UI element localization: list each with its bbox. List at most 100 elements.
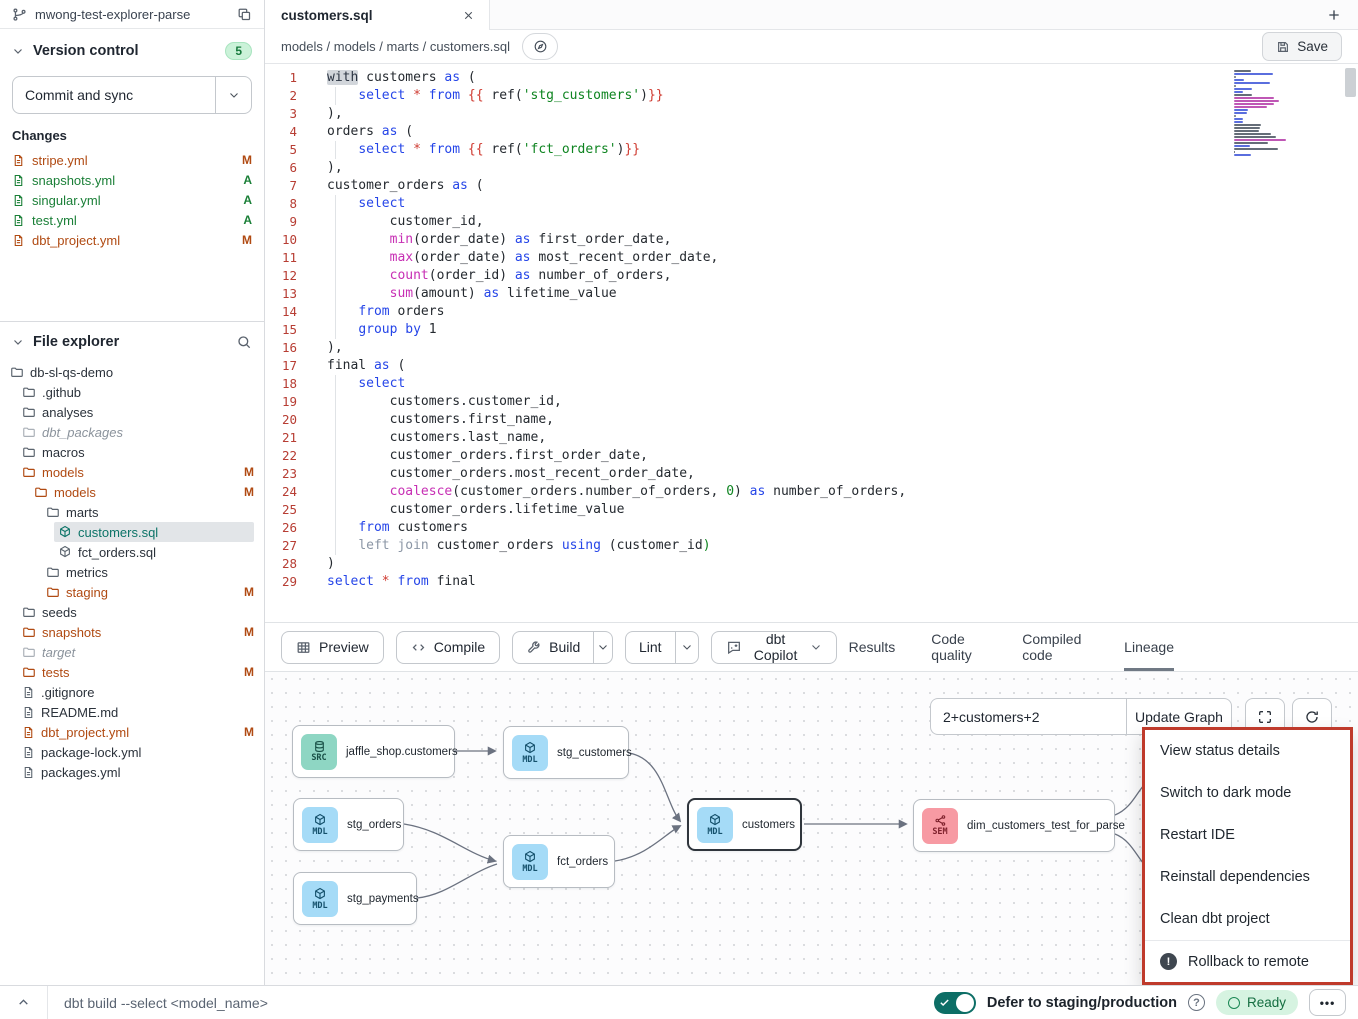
line-content: select xyxy=(327,195,405,213)
tree-item-content: models xyxy=(30,482,244,502)
build-button[interactable]: Build xyxy=(512,631,613,664)
tree-item-packages-yml[interactable]: packages.yml xyxy=(0,762,264,782)
change-row[interactable]: snapshots.ymlA xyxy=(12,170,252,190)
line-number: 24 xyxy=(265,483,303,501)
lineage-node-stg-customers[interactable]: MDLstg_customers xyxy=(503,726,629,779)
tree-item--gitignore[interactable]: .gitignore xyxy=(0,682,264,702)
tab-lineage[interactable]: Lineage xyxy=(1124,623,1174,671)
tree-item-customers-sql[interactable]: customers.sql xyxy=(0,522,264,542)
ide-options-menu: View status detailsSwitch to dark modeRe… xyxy=(1142,727,1353,985)
command-input[interactable]: dbt build --select <model_name> xyxy=(64,995,268,1011)
line-content: count(order_id) as number_of_orders, xyxy=(327,267,671,285)
tree-item-snapshots[interactable]: snapshotsM xyxy=(0,622,264,642)
dbt-copilot-button[interactable]: dbt Copilot xyxy=(711,631,837,664)
tree-item-fct-orders-sql[interactable]: fct_orders.sql xyxy=(0,542,264,562)
menu-item-switch-to-dark-mode[interactable]: Switch to dark mode xyxy=(1145,772,1350,814)
tree-item-models[interactable]: modelsM xyxy=(0,482,264,502)
file-icon xyxy=(12,154,25,167)
folder-icon xyxy=(22,445,36,459)
lineage-panel: SRCjaffle_shop.customers MDLstg_customers… xyxy=(265,672,1358,985)
menu-item-restart-ide[interactable]: Restart IDE xyxy=(1145,814,1350,856)
tab-compiled-code[interactable]: Compiled code xyxy=(1022,623,1088,671)
cube-icon xyxy=(708,813,722,827)
code-line: 12 count(order_id) as number_of_orders, xyxy=(265,267,1358,285)
tree-item-readme-md[interactable]: README.md xyxy=(0,702,264,722)
tab-code-quality[interactable]: Code quality xyxy=(931,623,986,671)
menu-item-view-status-details[interactable]: View status details xyxy=(1145,730,1350,772)
lineage-node-fct-orders[interactable]: MDLfct_orders xyxy=(503,835,615,888)
tree-item-seeds[interactable]: seeds xyxy=(0,602,264,622)
tab-results[interactable]: Results xyxy=(849,623,896,671)
tree-item-macros[interactable]: macros xyxy=(0,442,264,462)
search-icon[interactable] xyxy=(236,334,252,350)
lineage-node-dim-customers-test-for-parse[interactable]: SEMdim_customers_test_for_parse xyxy=(913,799,1115,852)
help-icon[interactable]: ? xyxy=(1188,994,1205,1011)
tree-item-dbt-project-yml[interactable]: dbt_project.ymlM xyxy=(0,722,264,742)
build-options-caret[interactable] xyxy=(593,632,612,663)
compass-icon[interactable] xyxy=(522,33,558,60)
fullscreen-icon xyxy=(1257,709,1273,725)
menu-item-reinstall-dependencies[interactable]: Reinstall dependencies xyxy=(1145,856,1350,898)
modified-badge: M xyxy=(244,665,254,679)
node-label: customers xyxy=(742,819,795,831)
file-icon xyxy=(12,194,25,207)
close-icon[interactable] xyxy=(462,9,475,22)
change-row[interactable]: singular.ymlA xyxy=(12,190,252,210)
save-button[interactable]: Save xyxy=(1262,32,1342,61)
scrollbar-thumb[interactable] xyxy=(1345,68,1356,97)
menu-item-rollback-to-remote[interactable]: !Rollback to remote xyxy=(1145,940,1350,982)
preview-button[interactable]: Preview xyxy=(281,631,384,664)
menu-item-label: Clean dbt project xyxy=(1160,911,1270,927)
tree-item-content: fct_orders.sql xyxy=(54,542,254,562)
tree-item-analyses[interactable]: analyses xyxy=(0,402,264,422)
version-control-header[interactable]: Version control 5 xyxy=(12,29,252,70)
lint-options-caret[interactable] xyxy=(675,632,698,663)
expand-command-bar-button[interactable] xyxy=(0,986,48,1019)
code-line: 8 select xyxy=(265,195,1358,213)
tree-item-db-sl-qs-demo[interactable]: db-sl-qs-demo xyxy=(0,362,264,382)
tree-item-content: packages.yml xyxy=(18,762,254,782)
lineage-filter-input[interactable] xyxy=(930,698,1126,735)
lint-button[interactable]: Lint xyxy=(625,631,699,664)
tree-item-label: staging xyxy=(66,585,108,600)
tree-item-target[interactable]: target xyxy=(0,642,264,662)
tree-item-dbt-packages[interactable]: dbt_packages xyxy=(0,422,264,442)
line-number: 21 xyxy=(265,429,303,447)
new-tab-button[interactable] xyxy=(1310,0,1358,29)
change-row[interactable]: dbt_project.ymlM xyxy=(12,230,252,250)
tree-item-package-lock-yml[interactable]: package-lock.yml xyxy=(0,742,264,762)
tree-item-metrics[interactable]: metrics xyxy=(0,562,264,582)
copy-icon[interactable] xyxy=(237,7,252,22)
file-explorer-header[interactable]: File explorer xyxy=(0,324,264,362)
action-toolbar: Preview Compile Build xyxy=(265,622,1358,672)
lineage-node-stg-orders[interactable]: MDLstg_orders xyxy=(293,798,404,851)
change-row[interactable]: stripe.ymlM xyxy=(12,150,252,170)
lineage-node-stg-payments[interactable]: MDLstg_payments xyxy=(293,872,417,925)
tree-item-tests[interactable]: testsM xyxy=(0,662,264,682)
tree-item--github[interactable]: .github xyxy=(0,382,264,402)
check-icon xyxy=(939,995,950,1013)
tab-customers-sql[interactable]: customers.sql xyxy=(265,0,490,30)
branch-selector[interactable]: mwong-test-explorer-parse xyxy=(0,0,264,29)
more-options-button[interactable]: ••• xyxy=(1309,989,1346,1016)
code-line: 9 customer_id, xyxy=(265,213,1358,231)
chevron-down-icon xyxy=(12,336,24,348)
line-content: customer_orders.most_recent_order_date, xyxy=(327,465,695,483)
line-content: with customers as ( xyxy=(327,69,476,87)
tree-item-staging[interactable]: stagingM xyxy=(0,582,264,602)
tree-item-marts[interactable]: marts xyxy=(0,502,264,522)
commit-options-caret[interactable] xyxy=(215,77,251,113)
tree-item-models[interactable]: modelsM xyxy=(0,462,264,482)
code-editor[interactable]: 1with customers as (2 select * from {{ r… xyxy=(265,64,1358,622)
lineage-node-customers[interactable]: MDLcustomers xyxy=(687,798,802,851)
line-number: 4 xyxy=(265,123,303,141)
change-status: A xyxy=(243,193,252,207)
lineage-node-jaffle-shop-customers[interactable]: SRCjaffle_shop.customers xyxy=(292,725,455,778)
menu-item-clean-dbt-project[interactable]: Clean dbt project xyxy=(1145,898,1350,940)
compile-button[interactable]: Compile xyxy=(396,631,500,664)
commit-and-sync-button[interactable]: Commit and sync xyxy=(12,76,252,114)
change-row[interactable]: test.ymlA xyxy=(12,210,252,230)
code-line: 13 sum(amount) as lifetime_value xyxy=(265,285,1358,303)
line-content: left join customer_orders using (custome… xyxy=(327,537,711,555)
defer-toggle[interactable] xyxy=(934,992,976,1014)
